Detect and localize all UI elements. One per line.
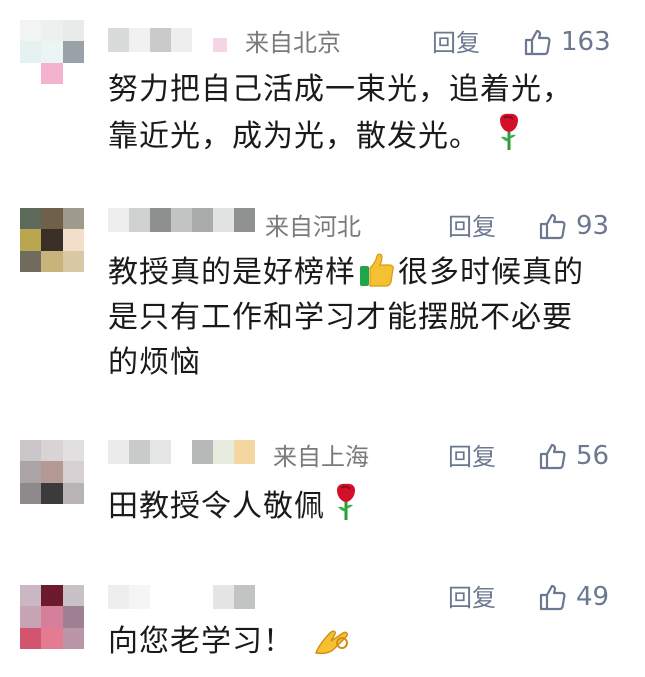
comment-line: 努力把自己活成一束光，追着光，	[108, 72, 573, 107]
username[interactable]	[108, 208, 255, 234]
comment-line: 向您老学习！	[108, 619, 352, 664]
like-count: 93	[576, 211, 610, 241]
thumbs-up-icon	[538, 582, 568, 612]
username[interactable]	[108, 585, 255, 611]
comment-text: 努力把自己活成一束光，追着光， 靠近光，成为光，散发光。	[108, 67, 573, 159]
like-count: 49	[576, 582, 610, 612]
avatar[interactable]	[20, 585, 84, 649]
location-label: 来自北京	[245, 29, 341, 57]
like-button[interactable]: 56	[538, 441, 609, 471]
thumbs-up-icon	[538, 211, 568, 241]
thumbs-up-emoji-icon	[358, 252, 396, 288]
ok-hand-icon	[312, 623, 352, 657]
thumbs-up-icon	[538, 441, 568, 471]
location-label: 来自河北	[265, 213, 361, 241]
avatar[interactable]	[20, 20, 84, 84]
like-button[interactable]: 163	[523, 27, 611, 57]
location-label: 来自上海	[273, 443, 369, 471]
rose-icon	[494, 112, 524, 152]
comment-item: 来自河北 回复 93 教授真的是好榜样 很多时候真的 是只有工作和学习才能摆脱不…	[0, 190, 645, 400]
reply-button[interactable]: 回复	[448, 583, 496, 613]
comment-item: 来自上海 回复 56 田教授令人敬佩	[0, 420, 645, 550]
thumbs-up-icon	[523, 27, 553, 57]
reply-button[interactable]: 回复	[432, 28, 480, 58]
comment-text: 田教授令人敬佩	[108, 482, 361, 529]
comment-line: 的烦恼	[108, 345, 201, 380]
comment-item: 回复 49 向您老学习！	[0, 565, 645, 677]
avatar[interactable]	[20, 440, 84, 504]
avatar[interactable]	[20, 208, 84, 272]
comment-item: 来自北京 回复 163 努力把自己活成一束光，追着光， 靠近光，成为光，散发光。	[0, 0, 645, 180]
reply-button[interactable]: 回复	[448, 212, 496, 242]
rose-icon	[331, 482, 361, 522]
comment-text: 教授真的是好榜样 很多时候真的 是只有工作和学习才能摆脱不必要 的烦恼	[108, 250, 584, 385]
username[interactable]	[108, 28, 227, 54]
comment-line: 教授真的是好榜样 很多时候真的	[108, 250, 584, 295]
like-count: 56	[576, 441, 610, 471]
like-button[interactable]: 49	[538, 582, 609, 612]
reply-button[interactable]: 回复	[448, 442, 496, 472]
comment-line: 是只有工作和学习才能摆脱不必要	[108, 300, 573, 335]
comment-line: 靠近光，成为光，散发光。	[108, 112, 573, 159]
like-count: 163	[561, 27, 611, 57]
comment-line: 田教授令人敬佩	[108, 482, 361, 529]
username[interactable]	[108, 440, 255, 466]
comment-text: 向您老学习！	[108, 619, 352, 664]
like-button[interactable]: 93	[538, 211, 609, 241]
